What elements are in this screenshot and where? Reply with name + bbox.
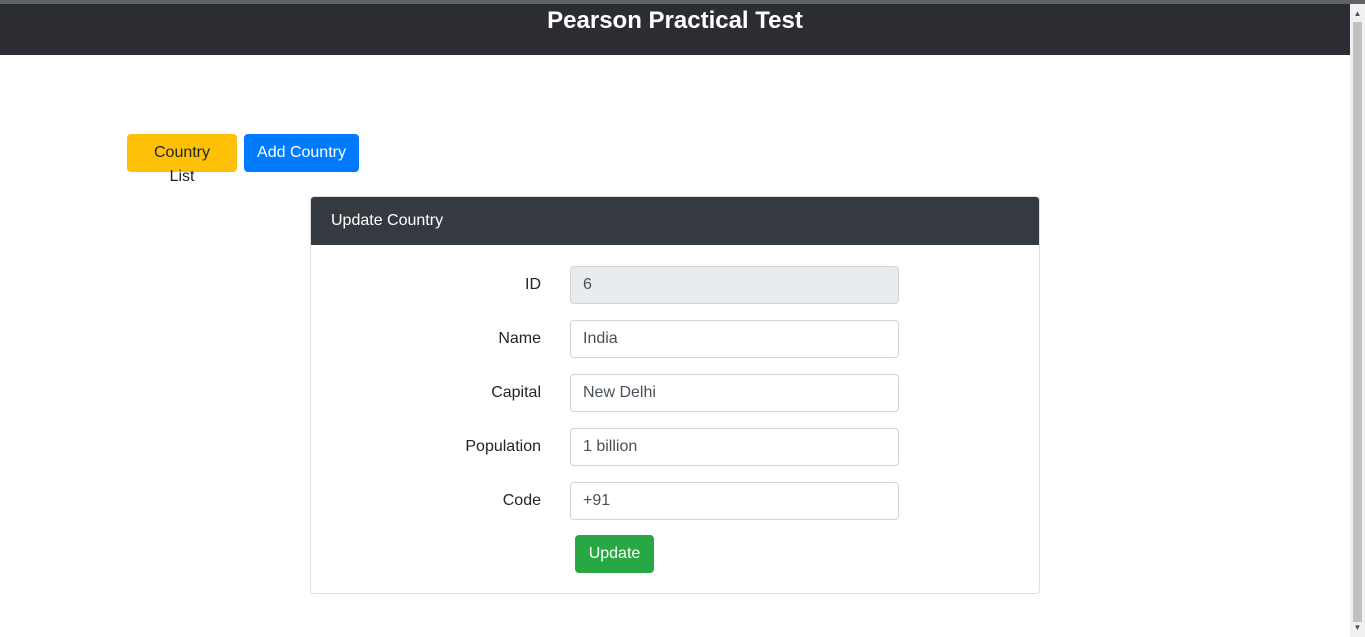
card-header: Update Country <box>311 197 1039 245</box>
population-field[interactable] <box>570 428 899 466</box>
page-title: Pearson Practical Test <box>547 7 803 34</box>
code-label: Code <box>502 492 541 509</box>
vertical-scrollbar[interactable]: ▲ ▼ <box>1350 4 1365 637</box>
capital-label: Capital <box>491 384 541 401</box>
form-row-id: ID <box>311 266 1039 304</box>
update-button[interactable]: Update <box>575 535 654 573</box>
name-label: Name <box>498 330 541 347</box>
add-country-button[interactable]: Add Country <box>244 134 359 172</box>
code-field[interactable] <box>570 482 899 520</box>
form-row-name: Name <box>311 320 1039 358</box>
form-row-population: Population <box>311 428 1039 466</box>
id-label: ID <box>525 276 541 293</box>
capital-field[interactable] <box>570 374 899 412</box>
id-field[interactable] <box>570 266 899 304</box>
update-country-card: Update Country ID Name Capital Populatio… <box>310 196 1040 594</box>
form-row-code: Code <box>311 482 1039 520</box>
scroll-down-arrow-icon[interactable]: ▼ <box>1350 620 1365 635</box>
population-label: Population <box>465 438 541 455</box>
country-list-button[interactable]: Country List <box>127 134 237 185</box>
scroll-up-arrow-icon[interactable]: ▲ <box>1350 6 1365 21</box>
app-header: Pearson Practical Test <box>0 4 1350 55</box>
scrollbar-thumb[interactable] <box>1353 22 1362 622</box>
name-field[interactable] <box>570 320 899 358</box>
form-row-capital: Capital <box>311 374 1039 412</box>
